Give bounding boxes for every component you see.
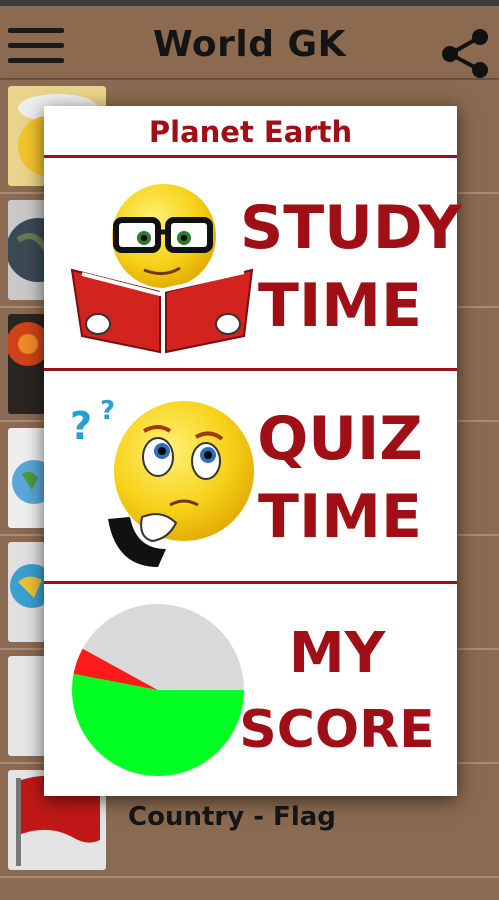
my-score-button[interactable]: MY SCORE <box>44 584 457 796</box>
thinking-emoji-icon: ? ? <box>70 396 254 567</box>
study-time-button[interactable]: STUDY TIME <box>44 158 462 368</box>
share-icon[interactable] <box>438 28 494 78</box>
app-title: World GK <box>153 24 346 65</box>
study-label-line2: TIME <box>258 271 422 341</box>
svg-text:?: ? <box>100 396 115 426</box>
dialog-title: Planet Earth <box>148 115 353 149</box>
quiz-time-button[interactable]: ? ? QUIZ TIME <box>44 371 457 581</box>
quiz-label-line2: TIME <box>258 482 422 552</box>
my-score-label: MY SCORE <box>232 621 442 760</box>
app-bar: World GK <box>0 6 499 78</box>
score-label-line2: SCORE <box>239 700 435 760</box>
study-label-line1: STUDY <box>240 193 462 263</box>
reading-emoji-icon <box>70 184 254 354</box>
quiz-label-line1: QUIZ <box>257 404 423 474</box>
svg-text:?: ? <box>70 404 92 448</box>
quiz-time-label: QUIZ TIME <box>240 409 440 547</box>
score-pie-icon <box>72 604 244 776</box>
list-item-label: Country - Flag <box>128 802 336 832</box>
score-label-line1: MY <box>288 621 386 686</box>
topic-options-dialog: Planet Earth STUDY TIME ? ? QUIZ TIME MY… <box>44 106 462 796</box>
study-time-label: STUDY TIME <box>240 193 462 341</box>
